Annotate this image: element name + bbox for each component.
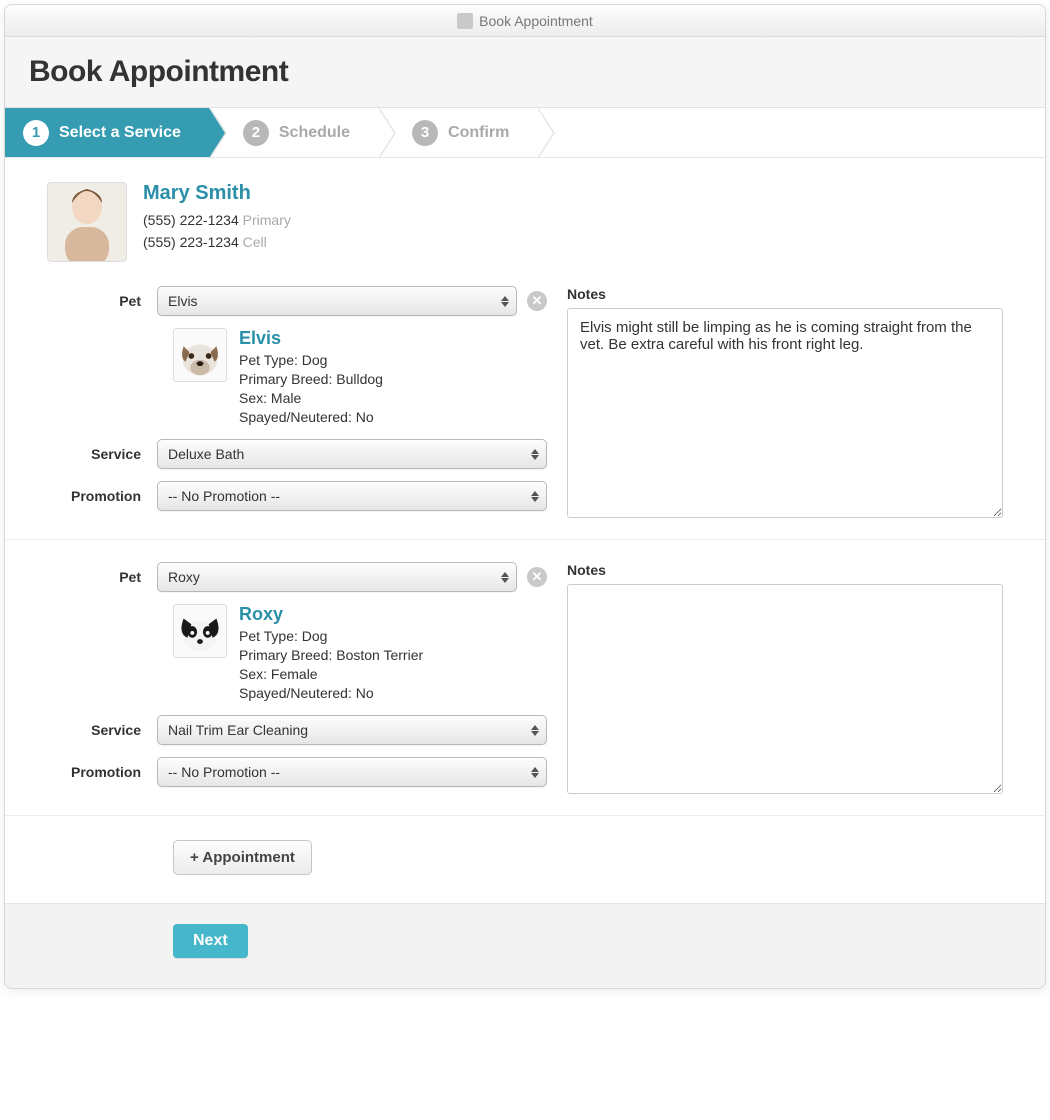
pet-spayed: Spayed/Neutered: No <box>239 684 423 703</box>
pet-type: Pet Type: Dog <box>239 351 383 370</box>
wizard-steps: 1 Select a Service 2 Schedule 3 Confirm <box>5 108 1045 158</box>
pet-breed: Primary Breed: Boston Terrier <box>239 646 423 665</box>
notes-label: Notes <box>567 286 1003 302</box>
promotion-select[interactable]: -- No Promotion -- <box>157 757 547 787</box>
next-button[interactable]: Next <box>173 924 248 958</box>
page-header: Book Appointment <box>5 37 1045 108</box>
service-select[interactable]: Nail Trim Ear Cleaning <box>157 715 547 745</box>
pet-label: Pet <box>47 293 157 309</box>
step-number: 2 <box>243 120 269 146</box>
customer-name: Mary Smith <box>143 182 291 205</box>
service-label: Service <box>47 722 157 738</box>
remove-pet-button[interactable]: ✕ <box>527 567 547 587</box>
step-confirm[interactable]: 3 Confirm <box>378 108 537 157</box>
pet-type: Pet Type: Dog <box>239 627 423 646</box>
appointment-block: Pet Roxy ✕ <box>47 540 1003 815</box>
pet-label: Pet <box>47 569 157 585</box>
pet-breed: Primary Breed: Bulldog <box>239 370 383 389</box>
customer-info: Mary Smith (555) 222-1234 Primary (555) … <box>143 182 291 262</box>
step-label: Confirm <box>448 124 509 142</box>
pet-sex: Sex: Female <box>239 665 423 684</box>
customer-phone-cell: (555) 223-1234 Cell <box>143 231 291 253</box>
content-area: Mary Smith (555) 222-1234 Primary (555) … <box>5 158 1045 903</box>
pet-photo <box>173 604 227 658</box>
remove-pet-button[interactable]: ✕ <box>527 291 547 311</box>
pet-spayed: Spayed/Neutered: No <box>239 408 383 427</box>
step-select-service[interactable]: 1 Select a Service <box>5 108 209 157</box>
notes-textarea[interactable] <box>567 584 1003 794</box>
appointment-block: Pet Elvis ✕ <box>47 280 1003 539</box>
promotion-label: Promotion <box>47 488 157 504</box>
footer: Next <box>5 903 1045 988</box>
close-icon: ✕ <box>532 569 543 585</box>
step-number: 1 <box>23 120 49 146</box>
service-select[interactable]: Deluxe Bath <box>157 439 547 469</box>
window-titlebar: Book Appointment <box>5 5 1045 37</box>
pet-select[interactable]: Roxy <box>157 562 517 592</box>
pet-name: Roxy <box>239 604 423 625</box>
promotion-select[interactable]: -- No Promotion -- <box>157 481 547 511</box>
modal-window: Book Appointment Book Appointment 1 Sele… <box>4 4 1046 989</box>
pet-select[interactable]: Elvis <box>157 286 517 316</box>
pet-name: Elvis <box>239 328 383 349</box>
person-icon <box>51 183 123 261</box>
pet-card: Elvis Pet Type: Dog Primary Breed: Bulld… <box>173 328 547 427</box>
promotion-label: Promotion <box>47 764 157 780</box>
pet-sex: Sex: Male <box>239 389 383 408</box>
dog-icon <box>174 329 226 381</box>
notes-label: Notes <box>567 562 1003 578</box>
dog-icon <box>174 605 226 657</box>
page-title: Book Appointment <box>29 55 1021 89</box>
app-icon <box>457 13 473 29</box>
step-number: 3 <box>412 120 438 146</box>
step-label: Select a Service <box>59 124 181 142</box>
customer-phone-primary: (555) 222-1234 Primary <box>143 209 291 231</box>
customer-card: Mary Smith (555) 222-1234 Primary (555) … <box>47 182 1003 262</box>
add-appointment-button[interactable]: + Appointment <box>173 840 312 875</box>
pet-card: Roxy Pet Type: Dog Primary Breed: Boston… <box>173 604 547 703</box>
window-title: Book Appointment <box>479 13 593 29</box>
close-icon: ✕ <box>532 293 543 309</box>
service-label: Service <box>47 446 157 462</box>
customer-avatar <box>47 182 127 262</box>
step-schedule[interactable]: 2 Schedule <box>209 108 378 157</box>
notes-textarea[interactable] <box>567 308 1003 518</box>
step-label: Schedule <box>279 124 350 142</box>
pet-photo <box>173 328 227 382</box>
